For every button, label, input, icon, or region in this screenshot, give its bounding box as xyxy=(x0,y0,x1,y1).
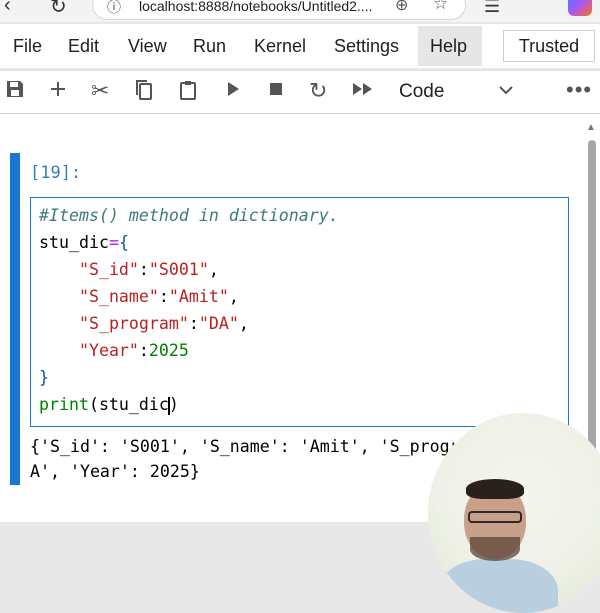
address-bar[interactable]: ⓘ localhost:8888/notebooks/Untitled2....… xyxy=(92,0,466,20)
presenter-hair xyxy=(466,479,524,499)
presenter-glasses xyxy=(468,511,522,523)
restart-icon[interactable]: ↻ xyxy=(309,79,327,103)
menu-settings[interactable]: Settings xyxy=(334,36,399,57)
add-cell-icon[interactable] xyxy=(48,79,68,104)
code-line[interactable]: "S_program":"DA", xyxy=(39,314,249,333)
menu-view[interactable]: View xyxy=(128,36,167,57)
menu-kernel[interactable]: Kernel xyxy=(254,36,306,57)
presenter-body xyxy=(438,559,558,613)
code-line[interactable]: stu_dic={ xyxy=(39,233,129,252)
code-line[interactable]: print(stu_dic) xyxy=(39,395,179,415)
code-line[interactable]: } xyxy=(39,368,49,387)
output-indicator[interactable] xyxy=(10,437,20,485)
execution-count: [19]: xyxy=(30,163,82,183)
back-icon[interactable]: ‹ xyxy=(4,0,11,17)
copilot-icon[interactable] xyxy=(568,0,592,16)
menu-help[interactable]: Help xyxy=(430,36,467,57)
copy-icon[interactable] xyxy=(134,79,154,106)
active-cell-indicator[interactable] xyxy=(10,153,20,483)
cell-type-select[interactable]: Code xyxy=(399,81,444,103)
bookmark-star-icon[interactable]: ☆ xyxy=(433,0,448,14)
trusted-indicator[interactable]: Trusted xyxy=(503,30,595,62)
zoom-icon[interactable]: ⊕ xyxy=(395,0,408,15)
cut-icon[interactable]: ✂ xyxy=(91,79,109,103)
refresh-icon[interactable]: ↻ xyxy=(50,0,67,19)
notebook-toolbar: ✂ ↻ Code ••• xyxy=(0,70,600,114)
code-line[interactable]: "Year":2025 xyxy=(39,341,189,360)
more-icon[interactable]: ••• xyxy=(566,77,592,103)
code-editor[interactable]: #Items() method in dictionary. stu_dic={… xyxy=(30,197,569,427)
stop-icon[interactable] xyxy=(268,79,284,104)
site-info-icon[interactable]: ⓘ xyxy=(107,0,121,17)
run-icon[interactable] xyxy=(225,79,241,104)
favorites-icon[interactable]: ☰ xyxy=(484,0,500,17)
menu-run[interactable]: Run xyxy=(193,36,226,57)
code-line[interactable]: #Items() method in dictionary. xyxy=(39,206,339,225)
chevron-down-icon[interactable] xyxy=(498,80,514,101)
paste-icon[interactable] xyxy=(178,79,198,106)
scroll-up-arrow[interactable]: ▲ xyxy=(586,122,596,133)
presenter-beard xyxy=(470,537,520,561)
code-line[interactable]: "S_id":"S001", xyxy=(39,260,219,279)
run-all-icon[interactable] xyxy=(352,79,374,104)
save-icon[interactable] xyxy=(5,79,25,104)
menu-file[interactable]: File xyxy=(13,36,42,57)
menu-edit[interactable]: Edit xyxy=(68,36,99,57)
url-text[interactable]: localhost:8888/notebooks/Untitled2.... xyxy=(139,0,373,14)
webcam-overlay xyxy=(428,413,600,613)
text-cursor xyxy=(167,396,170,415)
browser-toolbar: ‹ ↻ ⓘ localhost:8888/notebooks/Untitled2… xyxy=(0,0,600,22)
code-line[interactable]: "S_name":"Amit", xyxy=(39,287,239,306)
